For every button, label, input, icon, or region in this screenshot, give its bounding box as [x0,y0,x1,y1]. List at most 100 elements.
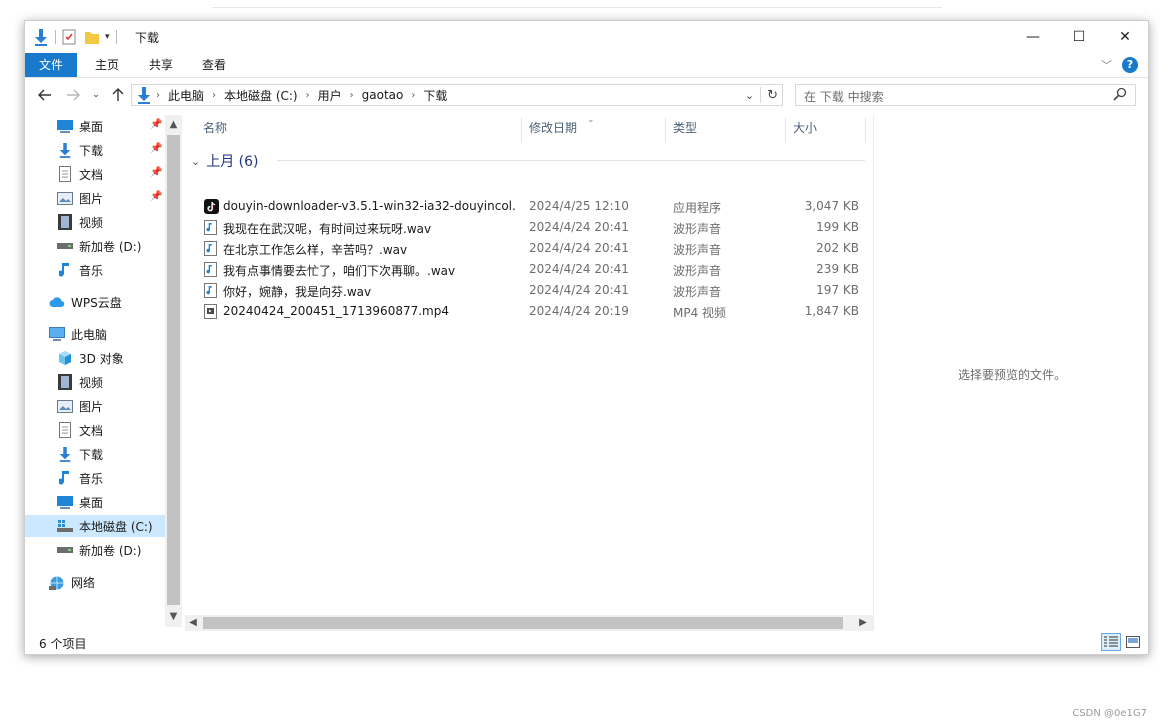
forward-button[interactable] [63,85,83,105]
breadcrumb-separator-icon[interactable]: › [212,90,216,101]
tab-home[interactable]: 主页 [85,53,129,77]
scrollbar-thumb[interactable] [203,617,843,629]
address-bar[interactable]: › 此电脑 › 本地磁盘 (C:) › 用户 › gaotao › 下载 ⌄ ↻ [131,84,783,106]
breadcrumb-separator-icon[interactable]: › [306,90,310,101]
sidebar-item-pictures[interactable]: 图片 📌 [25,187,165,209]
properties-icon[interactable] [62,29,76,45]
help-icon[interactable]: ? [1122,57,1138,73]
file-type: 波形声音 [673,285,722,299]
expand-ribbon-chevron-icon[interactable]: ﹀ [1101,57,1112,73]
scroll-up-icon[interactable]: ▲ [165,117,182,133]
sidebar-item-wps-cloud[interactable]: WPS云盘 [25,291,165,313]
navigation-bar: ⌄ › 此电脑 › 本地磁盘 (C:) › 用户 › gaotao › 下载 ⌄… [25,81,1148,109]
download-icon [57,142,73,158]
address-history-chevron-icon[interactable]: ⌄ [745,89,754,102]
search-box[interactable]: 在 下载 中搜索 [795,84,1136,106]
scrollbar-thumb[interactable] [167,135,180,605]
file-type: 波形声音 [673,264,722,278]
tab-file[interactable]: 文件 [25,53,77,77]
pin-icon[interactable]: 📌 [150,191,162,202]
sidebar-item-documents[interactable]: 文档 📌 [25,163,165,185]
sidebar-item-music[interactable]: 音乐 [25,259,165,281]
sidebar-item-desktop[interactable]: 桌面 📌 [25,115,165,137]
column-header-name[interactable]: 名称 [195,115,521,147]
maximize-button[interactable]: ☐ [1056,21,1102,53]
breadcrumb-local-disk-c[interactable]: 本地磁盘 (C:) [224,87,298,104]
breadcrumb-gaotao[interactable]: gaotao [362,88,404,102]
new-folder-icon[interactable] [84,29,100,45]
file-row[interactable]: 你好，婉静，我是向芬.wav 2024/4/24 20:41 波形声音 197 … [201,280,861,301]
breadcrumb-separator-icon[interactable]: › [350,90,354,101]
download-icon[interactable] [33,28,49,46]
scroll-left-icon[interactable]: ◀ [185,615,201,631]
sidebar-item-label: 网络 [71,575,96,590]
file-row[interactable]: douyin-downloader-v3.5.1-win32-ia32-douy… [201,196,861,217]
back-button[interactable] [35,85,55,105]
breadcrumb-downloads[interactable]: 下载 [423,87,447,104]
file-explorer-window: ▾ 下载 — ☐ ✕ 文件 主页 共享 查看 ﹀ ? ⌄ › 此电脑 › 本地磁… [24,20,1149,655]
recent-locations-chevron-icon[interactable]: ⌄ [89,85,103,105]
file-row[interactable]: 20240424_200451_1713960877.mp4 2024/4/24… [201,301,861,322]
scroll-down-icon[interactable]: ▼ [165,609,182,625]
details-view-button[interactable] [1101,633,1121,651]
preview-pane-divider[interactable] [873,115,874,631]
customize-toolbar-chevron-icon[interactable]: ▾ [105,32,110,42]
refresh-icon[interactable]: ↻ [767,88,778,103]
tab-share[interactable]: 共享 [139,53,183,77]
sidebar-item-label: 此电脑 [71,327,108,342]
group-header-last-month[interactable]: ⌄ 上月 (6) [191,151,259,171]
ribbon-tabs: 文件 主页 共享 查看 ﹀ ? [25,53,1148,77]
close-button[interactable]: ✕ [1102,21,1148,53]
sidebar-item-volume-d-pc[interactable]: 新加卷 (D:) [25,539,165,561]
sidebar-item-videos-pc[interactable]: 视频 [25,371,165,393]
window-title: 下载 [135,31,160,45]
large-icons-view-button[interactable] [1123,633,1143,651]
sidebar-item-volume-d[interactable]: 新加卷 (D:) [25,235,165,257]
breadcrumb-users[interactable]: 用户 [318,87,342,104]
column-header-type[interactable]: 类型 [665,115,785,147]
sidebar-item-label: 桌面 [79,119,104,134]
file-size: 1,847 KB [804,304,859,318]
sidebar-item-3d-objects[interactable]: 3D 对象 [25,347,165,369]
column-divider[interactable] [865,117,866,143]
up-button[interactable] [109,85,127,105]
file-name: 我有点事情要去忙了，咱们下次再聊。.wav [223,264,456,278]
up-arrow-icon [112,88,124,101]
breadcrumb-separator-icon[interactable]: › [156,90,160,101]
quick-access-toolbar: ▾ [33,27,123,47]
breadcrumb-separator-icon[interactable]: › [411,90,415,101]
sidebar-item-label: 本地磁盘 (C:) [79,519,153,534]
file-row[interactable]: 在北京工作怎么样，辛苦吗？.wav 2024/4/24 20:41 波形声音 2… [201,238,861,259]
file-type: 波形声音 [673,222,722,236]
pin-icon[interactable]: 📌 [150,167,162,178]
sidebar-item-this-pc[interactable]: 此电脑 [25,323,165,345]
collapse-chevron-icon[interactable]: ⌄ [191,155,200,168]
sidebar-item-downloads[interactable]: 下载 📌 [25,139,165,161]
file-row[interactable]: 我现在在武汉呢，有时间过来玩呀.wav 2024/4/24 20:41 波形声音… [201,217,861,238]
tab-view[interactable]: 查看 [192,53,236,77]
horizontal-scrollbar[interactable]: ◀ ▶ [185,615,873,631]
sidebar-item-documents-pc[interactable]: 文档 [25,419,165,441]
pin-icon[interactable]: 📌 [150,143,162,154]
sidebar-item-desktop-pc[interactable]: 桌面 [25,491,165,513]
navigation-scrollbar[interactable]: ▲ ▼ [165,115,182,627]
sidebar-item-pictures-pc[interactable]: 图片 [25,395,165,417]
breadcrumb-this-pc[interactable]: 此电脑 [168,87,204,104]
sidebar-item-local-disk-c[interactable]: 本地磁盘 (C:) [25,515,165,537]
ribbon-divider [25,77,1148,78]
file-date: 2024/4/24 20:41 [529,283,629,297]
file-row[interactable]: 我有点事情要去忙了，咱们下次再聊。.wav 2024/4/24 20:41 波形… [201,259,861,280]
sidebar-item-videos[interactable]: 视频 [25,211,165,233]
search-icon[interactable] [1113,87,1129,103]
file-name: 你好，婉静，我是向芬.wav [223,285,372,299]
minimize-button[interactable]: — [1010,21,1056,53]
sidebar-item-network[interactable]: 网络 [25,571,165,593]
sidebar-item-downloads-pc[interactable]: 下载 [25,443,165,465]
sidebar-item-label: 视频 [79,375,104,390]
column-header-size[interactable]: 大小 [785,115,865,147]
scroll-right-icon[interactable]: ▶ [855,615,871,631]
pin-icon[interactable]: 📌 [150,119,162,130]
column-header-date[interactable]: 修改日期 ⌄ [521,115,665,147]
sidebar-item-music-pc[interactable]: 音乐 [25,467,165,489]
sidebar-item-label: 桌面 [79,495,104,510]
